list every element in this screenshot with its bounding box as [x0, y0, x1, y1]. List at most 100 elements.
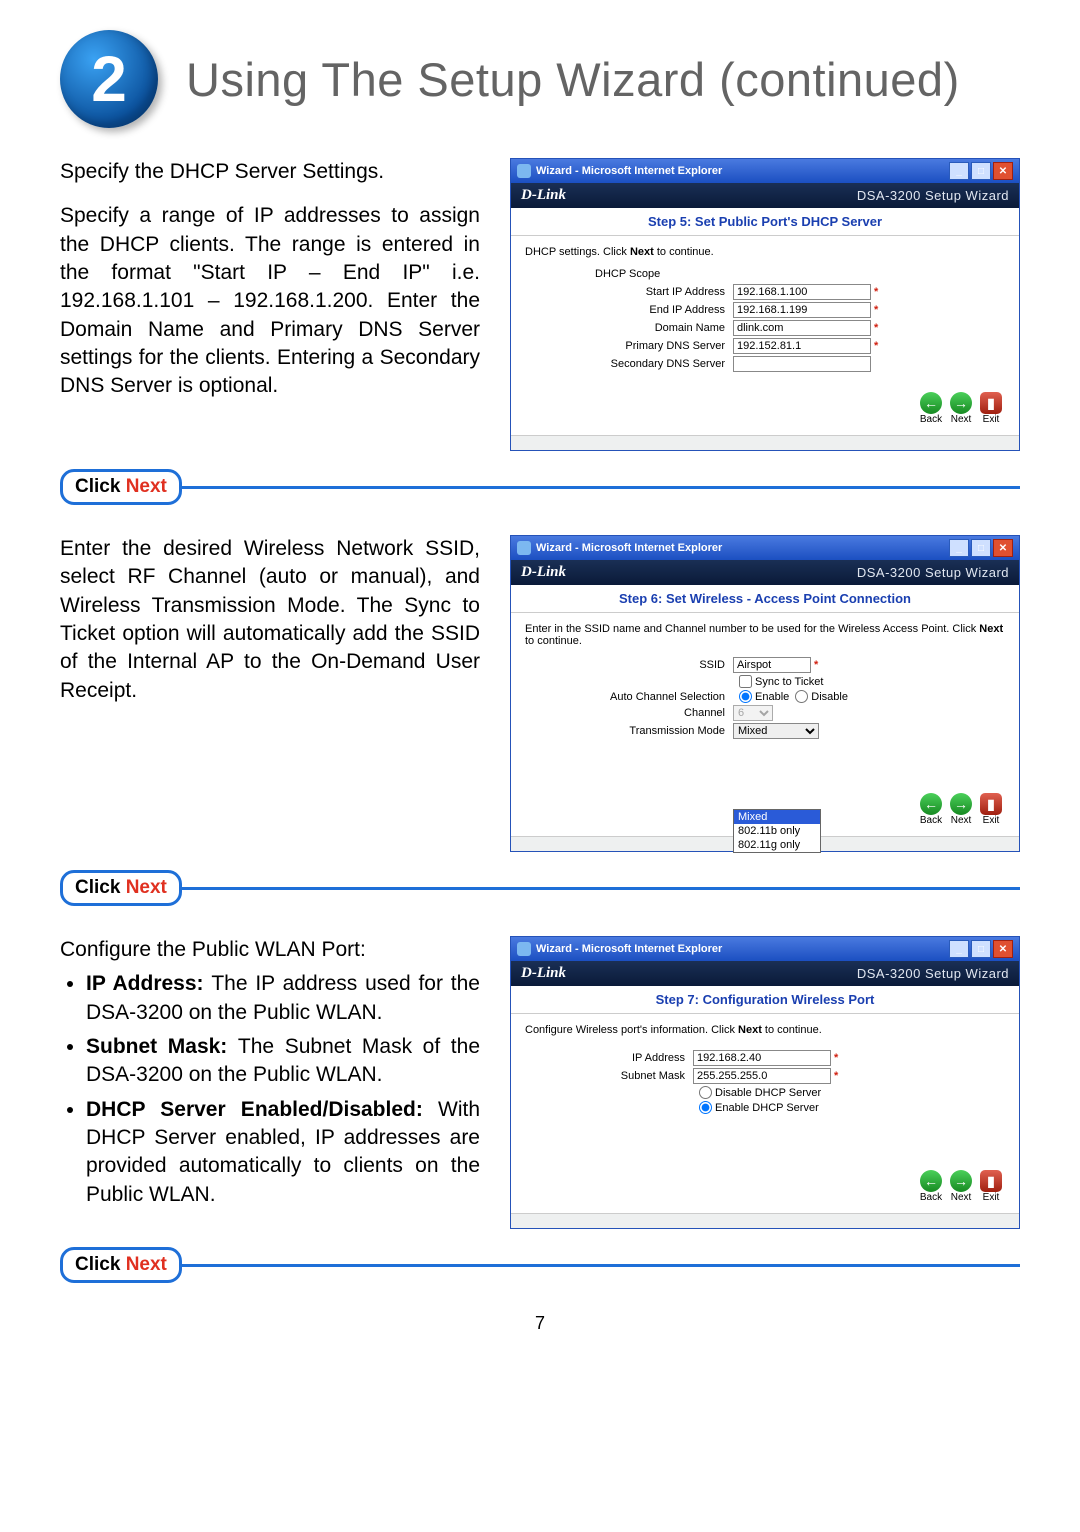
wizard-step7: Wizard - Microsoft Internet Explorer _ □… — [510, 936, 1020, 1229]
section2-body: Enter the desired Wireless Network SSID,… — [60, 535, 480, 705]
next-button[interactable]: →Next — [947, 793, 975, 826]
wizard-step6: Wizard - Microsoft Internet Explorer _ □… — [510, 535, 1020, 852]
start-ip-label: Start IP Address — [525, 286, 733, 298]
sdns-label: Secondary DNS Server — [525, 358, 733, 370]
ip-input[interactable] — [693, 1050, 831, 1066]
maximize-button[interactable]: □ — [971, 162, 991, 180]
section1-body: Specify a range of IP addresses to assig… — [60, 202, 480, 400]
close-button[interactable]: ✕ — [993, 940, 1013, 958]
page-header: 2 Using The Setup Wizard (continued) — [60, 30, 1020, 128]
tmode-option-11b[interactable]: 802.11b only — [734, 824, 820, 838]
brand-logo: D-Link — [521, 965, 566, 982]
wizard-subtitle: DSA-3200 Setup Wizard — [857, 188, 1009, 203]
ssid-input[interactable] — [733, 657, 811, 673]
ie-icon — [517, 541, 531, 555]
enable-label: Enable — [755, 691, 789, 703]
domain-label: Domain Name — [525, 322, 733, 334]
channel-label: Channel — [525, 707, 733, 719]
section3-text: Configure the Public WLAN Port: IP Addre… — [60, 936, 480, 1229]
next-button[interactable]: →Next — [947, 1170, 975, 1203]
page-number: 7 — [60, 1313, 1020, 1334]
maximize-button[interactable]: □ — [971, 940, 991, 958]
required-icon: * — [814, 659, 818, 671]
step-title: Step 7: Configuration Wireless Port — [511, 986, 1019, 1014]
end-ip-label: End IP Address — [525, 304, 733, 316]
click-next-pill: Click Next — [60, 1247, 182, 1283]
hint-text: DHCP settings. Click Next to continue. — [525, 246, 1005, 258]
section3-intro: Configure the Public WLAN Port: — [60, 936, 480, 964]
back-button[interactable]: ←Back — [917, 793, 945, 826]
tmode-select[interactable]: Mixed — [733, 723, 819, 739]
brand-bar: D-Link DSA-3200 Setup Wizard — [511, 560, 1019, 585]
pdns-label: Primary DNS Server — [525, 340, 733, 352]
ip-label: IP Address — [525, 1052, 693, 1064]
bullet-list: IP Address: The IP address used for the … — [60, 970, 480, 1209]
channel-select[interactable]: 6 — [733, 705, 773, 721]
required-icon: * — [834, 1052, 838, 1064]
brand-bar: D-Link DSA-3200 Setup Wizard — [511, 183, 1019, 208]
disable-dhcp-radio[interactable] — [699, 1086, 712, 1099]
exit-button[interactable]: ▮Exit — [977, 392, 1005, 425]
required-icon: * — [834, 1070, 838, 1082]
next-button[interactable]: →Next — [947, 392, 975, 425]
required-icon: * — [874, 322, 878, 334]
wizard-subtitle: DSA-3200 Setup Wizard — [857, 565, 1009, 580]
required-icon: * — [874, 304, 878, 316]
autochannel-label: Auto Channel Selection — [525, 691, 733, 703]
close-button[interactable]: ✕ — [993, 162, 1013, 180]
window-title: Wizard - Microsoft Internet Explorer — [536, 165, 722, 177]
ie-icon — [517, 164, 531, 178]
ie-icon — [517, 942, 531, 956]
page-title: Using The Setup Wizard (continued) — [186, 52, 960, 107]
tmode-dropdown-open[interactable]: Mixed 802.11b only 802.11g only — [733, 809, 821, 853]
brand-logo: D-Link — [521, 564, 566, 581]
window-titlebar: Wizard - Microsoft Internet Explorer _ □… — [511, 937, 1019, 961]
minimize-button[interactable]: _ — [949, 162, 969, 180]
ssid-label: SSID — [525, 659, 733, 671]
back-button[interactable]: ←Back — [917, 392, 945, 425]
sdns-input[interactable] — [733, 356, 871, 372]
disable-label: Disable — [811, 691, 848, 703]
status-bar — [511, 1213, 1019, 1228]
dhcp-scope-label: DHCP Scope — [595, 268, 1005, 280]
wizard-step5: Wizard - Microsoft Internet Explorer _ □… — [510, 158, 1020, 451]
tmode-option-11g[interactable]: 802.11g only — [734, 838, 820, 852]
bullet-dhcp: DHCP Server Enabled/Disabled: With DHCP … — [86, 1096, 480, 1209]
enable-dhcp-radio[interactable] — [699, 1101, 712, 1114]
mask-label: Subnet Mask — [525, 1070, 693, 1082]
exit-button[interactable]: ▮Exit — [977, 793, 1005, 826]
click-next-row: Click Next — [60, 870, 1020, 906]
autochannel-enable-radio[interactable] — [739, 690, 752, 703]
end-ip-input[interactable] — [733, 302, 871, 318]
exit-button[interactable]: ▮Exit — [977, 1170, 1005, 1203]
status-bar — [511, 435, 1019, 450]
pdns-input[interactable] — [733, 338, 871, 354]
disable-dhcp-label: Disable DHCP Server — [715, 1087, 821, 1099]
click-next-row: Click Next — [60, 1247, 1020, 1283]
maximize-button[interactable]: □ — [971, 539, 991, 557]
bullet-ip: IP Address: The IP address used for the … — [86, 970, 480, 1027]
sync-ticket-checkbox[interactable] — [739, 675, 752, 688]
tmode-option-mixed[interactable]: Mixed — [734, 810, 820, 824]
minimize-button[interactable]: _ — [949, 539, 969, 557]
step-badge: 2 — [60, 30, 158, 128]
minimize-button[interactable]: _ — [949, 940, 969, 958]
step-title: Step 6: Set Wireless - Access Point Conn… — [511, 585, 1019, 613]
click-next-pill: Click Next — [60, 870, 182, 906]
step-title: Step 5: Set Public Port's DHCP Server — [511, 208, 1019, 236]
required-icon: * — [874, 286, 878, 298]
section2-text: Enter the desired Wireless Network SSID,… — [60, 535, 480, 852]
click-next-pill: Click Next — [60, 469, 182, 505]
domain-input[interactable] — [733, 320, 871, 336]
back-button[interactable]: ←Back — [917, 1170, 945, 1203]
brand-bar: D-Link DSA-3200 Setup Wizard — [511, 961, 1019, 986]
section1-intro: Specify the DHCP Server Settings. — [60, 158, 480, 186]
autochannel-disable-radio[interactable] — [795, 690, 808, 703]
bullet-mask: Subnet Mask: The Subnet Mask of the DSA-… — [86, 1033, 480, 1090]
close-button[interactable]: ✕ — [993, 539, 1013, 557]
section1-text: Specify the DHCP Server Settings. Specif… — [60, 158, 480, 451]
window-title: Wizard - Microsoft Internet Explorer — [536, 542, 722, 554]
start-ip-input[interactable] — [733, 284, 871, 300]
mask-input[interactable] — [693, 1068, 831, 1084]
hint-text: Enter in the SSID name and Channel numbe… — [525, 623, 1005, 647]
